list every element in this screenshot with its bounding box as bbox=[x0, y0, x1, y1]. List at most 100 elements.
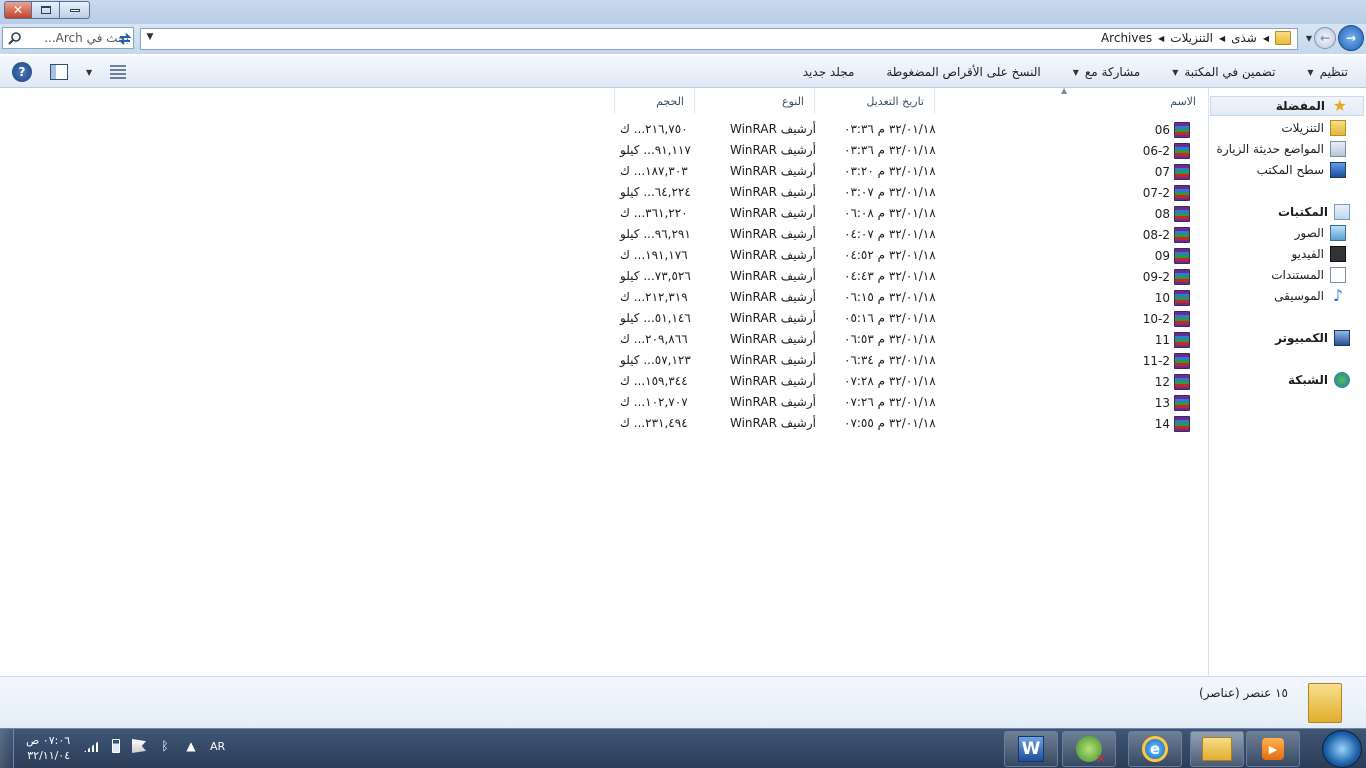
file-name[interactable]: 08-2 bbox=[1143, 227, 1190, 243]
table-row[interactable]: 06-2 ٣٢/٠١/١٨ م ٠٣:٣٦ أرشيف WinRAR ٩١,١١٧..… bbox=[610, 141, 1210, 161]
nav-item-recent-places[interactable]: المواضع حديثة الزيارة bbox=[1217, 139, 1366, 159]
nav-item-desktop[interactable]: سطح المكتب bbox=[1257, 160, 1366, 180]
table-row[interactable]: 09-2 ٣٢/٠١/١٨ م ٠٤:٤٣ أرشيف WinRAR ٧٣,٥٢٦..… bbox=[610, 267, 1210, 287]
file-name[interactable]: 10 bbox=[1155, 290, 1190, 306]
column-header-name[interactable]: الاسم bbox=[934, 88, 1206, 114]
nav-item-music[interactable]: ♪ الموسيقى bbox=[1274, 286, 1366, 306]
nav-item-downloads[interactable]: التنزيلات bbox=[1281, 118, 1366, 138]
file-name[interactable]: 07-2 bbox=[1143, 185, 1190, 201]
nav-item-pictures[interactable]: الصور bbox=[1295, 223, 1366, 243]
table-row[interactable]: 07-2 ٣٢/٠١/١٨ م ٠٣:٠٧ أرشيف WinRAR ٦٤,٢٢٤..… bbox=[610, 183, 1210, 203]
chevron-left-icon[interactable]: ◀ bbox=[1158, 34, 1164, 43]
chevron-down-icon: ▼ bbox=[1172, 67, 1179, 77]
table-row[interactable]: 12 ٣٢/٠١/١٨ م ٠٧:٢٨ أرشيف WinRAR ١٥٩,٣٤٤...… bbox=[610, 372, 1210, 392]
address-bar[interactable]: ▼ ◀ شذى ◀ التنزيلات ◀ Archives bbox=[140, 28, 1298, 50]
action-center-flag-icon[interactable] bbox=[132, 739, 146, 753]
column-header-type[interactable]: النوع bbox=[694, 88, 814, 114]
network-signal-icon[interactable] bbox=[84, 740, 100, 752]
column-header-size[interactable]: الحجم bbox=[614, 88, 694, 114]
bluetooth-icon[interactable]: ᛒ bbox=[158, 739, 172, 753]
share-with-button[interactable]: مشاركة مع ▼ bbox=[1073, 65, 1141, 79]
breadcrumb-item-shatha[interactable]: شذى bbox=[1231, 31, 1257, 45]
taskbar-explorer[interactable] bbox=[1190, 731, 1244, 767]
file-name[interactable]: 08 bbox=[1155, 206, 1190, 222]
nav-item-videos[interactable]: الفيديو bbox=[1291, 244, 1366, 264]
file-name[interactable]: 07 bbox=[1155, 164, 1190, 180]
search-icon[interactable] bbox=[7, 30, 23, 46]
nav-label: الفيديو bbox=[1291, 247, 1324, 261]
nav-item-network[interactable]: الشبكة bbox=[1288, 370, 1366, 390]
show-desktop-button[interactable] bbox=[0, 729, 14, 768]
back-button[interactable]: → bbox=[1338, 25, 1364, 51]
file-type: أرشيف WinRAR bbox=[730, 290, 816, 304]
minimize-icon bbox=[69, 8, 80, 12]
file-name[interactable]: 06 bbox=[1155, 122, 1190, 138]
file-name[interactable]: 09-2 bbox=[1143, 269, 1190, 285]
file-size: ٢٣١,٤٩٤... ك bbox=[620, 416, 688, 430]
file-name[interactable]: 10-2 bbox=[1143, 311, 1190, 327]
nav-label: التنزيلات bbox=[1281, 121, 1324, 135]
table-row[interactable]: 08 ٣٢/٠١/١٨ م ٠٦:٠٨ أرشيف WinRAR ٣٦١,٢٢٠...… bbox=[610, 204, 1210, 224]
table-row[interactable]: 11 ٣٢/٠١/١٨ م ٠٦:٥٣ أرشيف WinRAR ٢٠٩,٨٦٦...… bbox=[610, 330, 1210, 350]
nav-item-favorites[interactable]: ★ المفضلة bbox=[1210, 96, 1364, 116]
chevron-left-icon[interactable]: ◀ bbox=[1219, 34, 1225, 43]
table-row[interactable]: 14 ٣٢/٠١/١٨ م ٠٧:٥٥ أرشيف WinRAR ٢٣١,٤٩٤...… bbox=[610, 414, 1210, 434]
new-folder-button[interactable]: مجلد جديد bbox=[803, 65, 855, 79]
file-name[interactable]: 13 bbox=[1155, 395, 1190, 411]
file-name[interactable]: 06-2 bbox=[1143, 143, 1190, 159]
restore-icon bbox=[40, 6, 51, 14]
address-history-dropdown[interactable]: ▼ bbox=[143, 32, 157, 46]
file-name[interactable]: 11-2 bbox=[1143, 353, 1190, 369]
help-icon[interactable]: ? bbox=[12, 62, 32, 82]
taskbar-media-player[interactable]: ▶ bbox=[1246, 731, 1300, 767]
table-row[interactable]: 06 ٣٢/٠١/١٨ م ٠٣:٣٦ أرشيف WinRAR ٢١٦,٧٥٠...… bbox=[610, 120, 1210, 140]
burn-button[interactable]: النسخ على الأقراص المضغوطة bbox=[886, 65, 1040, 79]
column-header-date[interactable]: تاريخ التعديل bbox=[814, 88, 934, 114]
preview-pane-icon[interactable] bbox=[50, 64, 68, 80]
organize-button[interactable]: تنظيم ▼ bbox=[1307, 65, 1348, 79]
view-options-dropdown[interactable]: ▼ bbox=[86, 68, 92, 77]
change-view-icon[interactable] bbox=[110, 65, 127, 79]
breadcrumb-item-archives[interactable]: Archives bbox=[1101, 31, 1152, 45]
chevron-down-icon: ▼ bbox=[1072, 67, 1079, 77]
table-row[interactable]: 11-2 ٣٢/٠١/١٨ م ٠٦:٣٤ أرشيف WinRAR ٥٧,١٢٣..… bbox=[610, 351, 1210, 371]
battery-icon[interactable] bbox=[112, 739, 120, 753]
table-row[interactable]: 08-2 ٣٢/٠١/١٨ م ٠٤:٠٧ أرشيف WinRAR ٩٦,٢٩١..… bbox=[610, 225, 1210, 245]
nav-label: المواضع حديثة الزيارة bbox=[1216, 142, 1324, 156]
recent-pages-dropdown[interactable]: ▼ bbox=[1306, 34, 1312, 43]
file-name[interactable]: 14 bbox=[1155, 416, 1190, 432]
file-name[interactable]: 12 bbox=[1155, 374, 1190, 390]
table-row[interactable]: 10-2 ٣٢/٠١/١٨ م ٠٥:١٦ أرشيف WinRAR ٥١,١٤٦..… bbox=[610, 309, 1210, 329]
file-name[interactable]: 11 bbox=[1155, 332, 1190, 348]
nav-item-documents[interactable]: المستندات bbox=[1271, 265, 1366, 285]
maximize-button[interactable] bbox=[32, 1, 60, 19]
start-button[interactable] bbox=[1322, 730, 1362, 768]
file-type: أرشيف WinRAR bbox=[730, 269, 816, 283]
refresh-button[interactable] bbox=[114, 28, 136, 50]
table-row[interactable]: 07 ٣٢/٠١/١٨ م ٠٣:٢٠ أرشيف WinRAR ١٨٧,٣٠٣...… bbox=[610, 162, 1210, 182]
show-hidden-icons-icon[interactable]: ▲ bbox=[184, 739, 198, 753]
nav-item-libraries[interactable]: المكتبات bbox=[1278, 202, 1366, 222]
file-name[interactable]: 09 bbox=[1155, 248, 1190, 264]
include-in-library-button[interactable]: تضمين في المكتبة ▼ bbox=[1172, 65, 1275, 79]
table-row[interactable]: 09 ٣٢/٠١/١٨ م ٠٤:٥٢ أرشيف WinRAR ١٩١,١٧٦...… bbox=[610, 246, 1210, 266]
nav-item-computer[interactable]: الكمبيوتر bbox=[1275, 328, 1366, 348]
clock-time: ٠٧:٠٦ ص bbox=[26, 734, 71, 747]
clock[interactable]: ٠٧:٠٦ ص ٣٢/١١/٠٤ bbox=[26, 733, 70, 763]
chevron-left-icon[interactable]: ◀ bbox=[1263, 34, 1269, 43]
file-name-text: 06 bbox=[1154, 123, 1170, 137]
taskbar-messenger[interactable] bbox=[1062, 731, 1116, 767]
language-indicator[interactable]: AR bbox=[210, 740, 225, 753]
breadcrumb-item-downloads[interactable]: التنزيلات bbox=[1170, 31, 1213, 45]
taskbar-word[interactable]: W bbox=[1004, 731, 1058, 767]
nav-label: الكمبيوتر bbox=[1275, 331, 1328, 345]
winrar-archive-icon bbox=[1174, 332, 1190, 348]
table-row[interactable]: 10 ٣٢/٠١/١٨ م ٠٦:١٥ أرشيف WinRAR ٢١٢,٣١٩...… bbox=[610, 288, 1210, 308]
table-row[interactable]: 13 ٣٢/٠١/١٨ م ٠٧:٢٦ أرشيف WinRAR ١٠٢,٧٠٧...… bbox=[610, 393, 1210, 413]
taskbar-internet-explorer[interactable]: e bbox=[1128, 731, 1182, 767]
burn-label: النسخ على الأقراص المضغوطة bbox=[886, 65, 1041, 79]
close-button[interactable]: ✕ bbox=[4, 1, 32, 19]
forward-button[interactable]: ← bbox=[1314, 27, 1336, 49]
file-type: أرشيف WinRAR bbox=[730, 332, 816, 346]
minimize-button[interactable] bbox=[60, 1, 90, 19]
